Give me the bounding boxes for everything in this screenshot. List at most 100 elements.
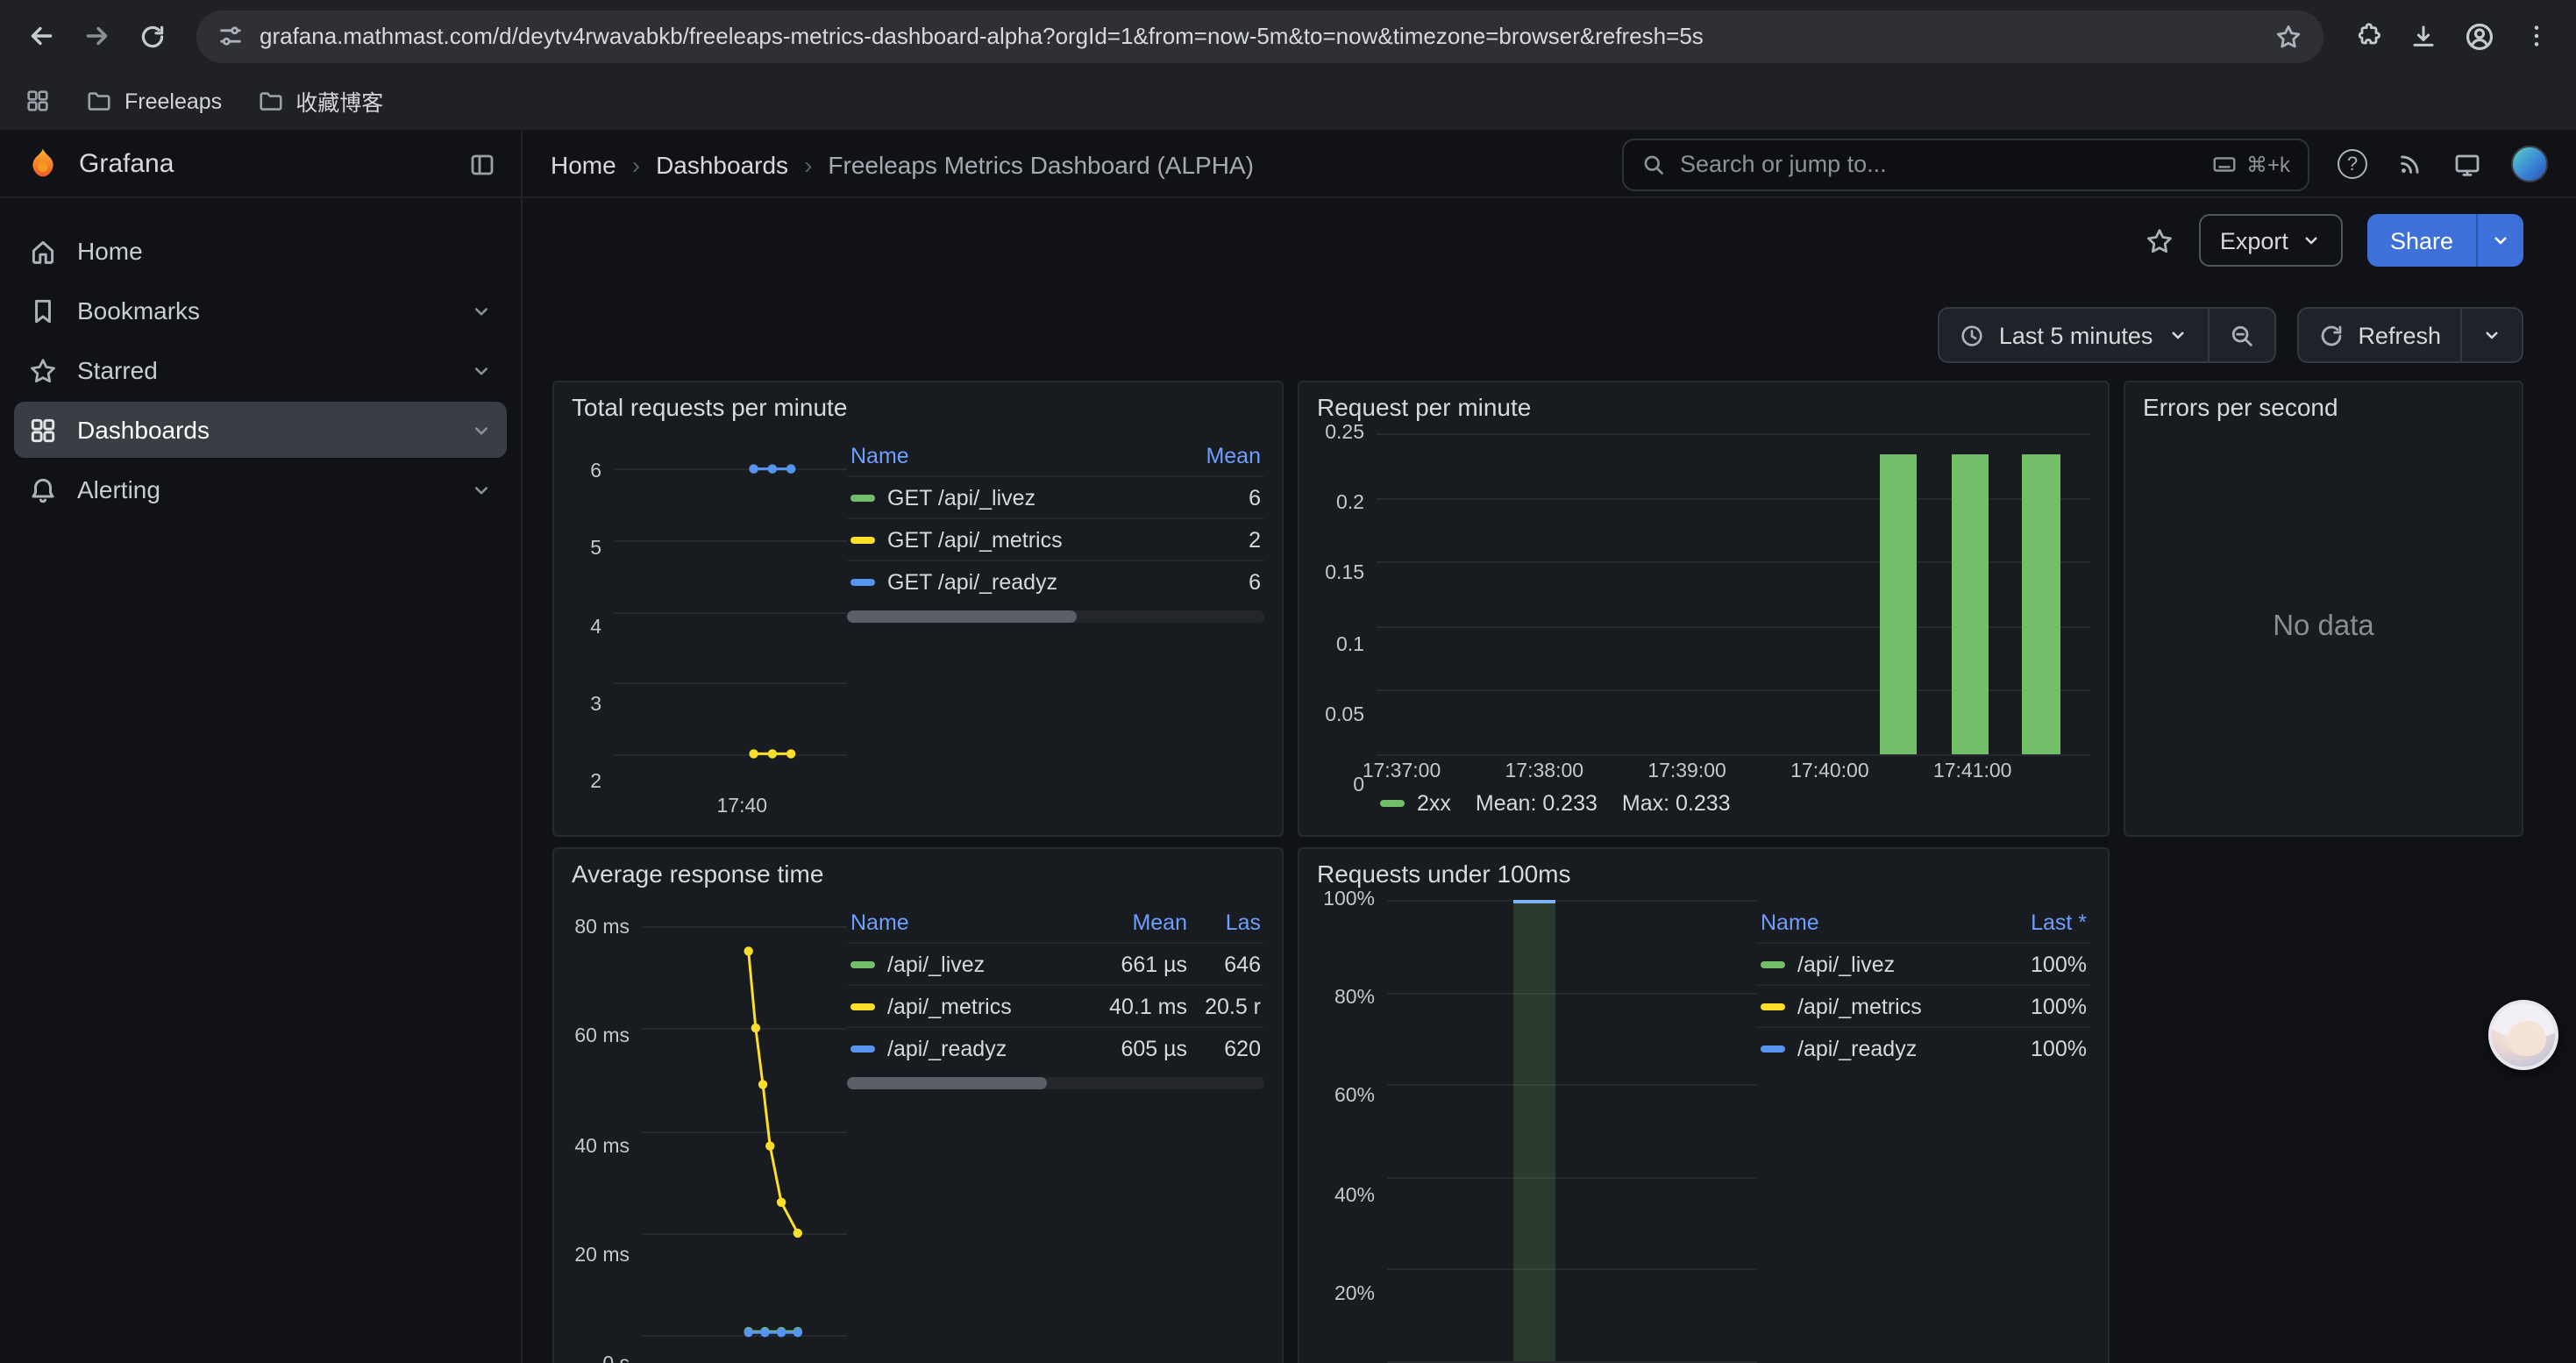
legend-header-name[interactable]: Name [1757,903,1996,943]
apps-grid-icon[interactable] [25,88,51,114]
clock-icon [1959,322,1985,348]
collapse-sidebar-icon[interactable] [468,150,496,178]
under-100ms-chart[interactable]: 100%80%60%40%20%0% 17:40 [1317,900,1757,1363]
refresh-button[interactable]: Refresh [2296,307,2462,363]
grafana-logo[interactable] [25,146,61,182]
legend-header-mean[interactable]: Mean [1089,903,1191,943]
extensions-icon[interactable] [2341,10,2394,62]
forward-button[interactable] [70,10,123,62]
legend-header-mean[interactable]: Mean [1184,437,1264,476]
chevron-down-icon [2167,325,2188,346]
bookmark-star-icon[interactable] [2274,22,2302,50]
legend-item[interactable]: 2xx [1380,791,1451,816]
bookmark-folder-blogs[interactable]: 收藏博客 [257,84,383,118]
series-swatch [1761,961,1785,968]
panel-average-response-time: Average response time 80 ms60 ms40 ms20 … [552,847,1284,1363]
help-icon[interactable] [2338,149,2367,179]
no-data-message: No data [2143,433,2504,821]
sidebar-item-bookmarks[interactable]: Bookmarks [14,282,507,339]
legend-row[interactable]: /api/_livez 100% [1757,943,2090,985]
time-controls: Last 5 minutes Refresh [523,307,2576,363]
breadcrumb-home[interactable]: Home [551,150,616,178]
legend-scrollbar[interactable] [847,1077,1264,1089]
display-icon[interactable] [2453,150,2481,178]
panel-errors-per-second: Errors per second No data [2124,381,2523,837]
share-dropdown[interactable] [2476,214,2523,267]
bookmark-folder-freeleaps[interactable]: Freeleaps [86,88,222,114]
series-swatch [1761,1003,1785,1010]
chevron-down-icon[interactable] [470,478,493,501]
sidebar-item-label: Starred [77,356,451,384]
refresh-interval-dropdown[interactable] [2460,307,2523,363]
legend-row[interactable]: GET /api/_readyz 6 [847,560,1264,602]
legend-row[interactable]: /api/_readyz 100% [1757,1027,2090,1068]
average-response-chart[interactable]: 80 ms60 ms40 ms20 ms0 s 17:40 [572,900,847,1363]
sidebar: Grafana Home Bookmarks Starred [0,132,523,1363]
menu-icon[interactable] [2509,10,2562,62]
grafana-app: Grafana Home Bookmarks Starred [0,132,2576,1363]
bookmark-label: 收藏博客 [295,84,383,118]
breadcrumb-separator [632,150,640,178]
share-button[interactable]: Share [2367,214,2476,267]
legend-header-name[interactable]: Name [847,437,1184,476]
search-input[interactable]: Search or jump to... ⌘+k [1622,138,2309,190]
legend-scrollbar[interactable] [847,610,1264,623]
app-header: Home Dashboards Freeleaps Metrics Dashbo… [523,132,2576,198]
total-requests-chart[interactable]: 65432 17:40 [572,433,847,821]
breadcrumb-dashboards[interactable]: Dashboards [656,150,788,178]
sidebar-item-label: Alerting [77,475,451,503]
home-icon [28,236,58,266]
chevron-down-icon[interactable] [470,359,493,382]
export-button[interactable]: Export [2199,214,2343,267]
panel-title[interactable]: Errors per second [2125,382,2522,430]
legend-header-last[interactable]: Last * [1996,903,2090,943]
chevron-down-icon [2490,230,2511,251]
time-range-picker[interactable]: Last 5 minutes [1938,307,2210,363]
scrollbar-thumb[interactable] [847,610,1077,623]
chevron-down-icon[interactable] [470,299,493,322]
sidebar-item-alerting[interactable]: Alerting [14,461,507,517]
breadcrumb-separator [804,150,812,178]
zoom-out-button[interactable] [2207,307,2275,363]
legend-row[interactable]: GET /api/_metrics 2 [847,518,1264,560]
panel-title[interactable]: Requests under 100ms [1299,849,2108,896]
downloads-icon[interactable] [2397,10,2450,62]
chat-widget-avatar[interactable] [2488,1000,2558,1070]
sidebar-item-label: Home [77,237,493,265]
legend-row[interactable]: /api/_metrics 40.1 ms 20.5 r [847,985,1264,1027]
sidebar-item-dashboards[interactable]: Dashboards [14,402,507,458]
sidebar-item-home[interactable]: Home [14,223,507,279]
request-per-minute-chart[interactable]: 0.250.20.150.10.050 17:37:0017:38:0017:3… [1317,433,2090,786]
panel-title[interactable]: Total requests per minute [554,382,1282,430]
favorite-star-icon[interactable] [2145,225,2174,255]
panel-title[interactable]: Average response time [554,849,1282,896]
legend-row[interactable]: /api/_livez 661 µs 646 [847,943,1264,985]
user-avatar[interactable] [2511,146,2548,182]
series-swatch [1380,800,1405,807]
site-settings-icon[interactable] [217,23,244,49]
legend-row[interactable]: /api/_metrics 100% [1757,985,2090,1027]
series-swatch [850,1045,875,1053]
brand-title: Grafana [79,149,451,179]
scrollbar-thumb[interactable] [847,1077,1047,1089]
legend-table: Name Last * /api/_livez 100% /a [1757,900,2090,1363]
profile-icon[interactable] [2453,10,2506,62]
legend-row[interactable]: /api/_readyz 605 µs 620 [847,1027,1264,1068]
url-text[interactable]: grafana.mathmast.com/d/deytv4rwavabkb/fr… [260,23,2259,49]
panel-title[interactable]: Request per minute [1299,382,2108,430]
legend-mean: Mean: 0.233 [1476,791,1598,816]
reload-button[interactable] [126,10,179,62]
breadcrumb-current: Freeleaps Metrics Dashboard (ALPHA) [828,150,1254,178]
legend-header-last[interactable]: Las [1191,903,1264,943]
legend-header-name[interactable]: Name [847,903,1089,943]
header-icons [2338,146,2548,182]
chevron-down-icon[interactable] [470,418,493,441]
browser-toolbar: grafana.mathmast.com/d/deytv4rwavabkb/fr… [0,0,2576,72]
url-bar[interactable]: grafana.mathmast.com/d/deytv4rwavabkb/fr… [196,10,2323,62]
sidebar-item-label: Dashboards [77,416,451,444]
rss-icon[interactable] [2397,151,2423,177]
chevron-down-icon [2301,230,2322,251]
legend-row[interactable]: GET /api/_livez 6 [847,476,1264,518]
back-button[interactable] [14,10,67,62]
sidebar-item-starred[interactable]: Starred [14,342,507,398]
